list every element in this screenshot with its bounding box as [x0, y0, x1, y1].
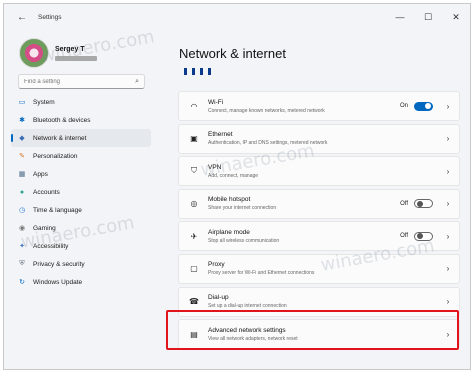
- mobile-hotspot-toggle[interactable]: [414, 199, 433, 209]
- wi-fi-icon: ◠: [190, 101, 198, 111]
- card-subtitle: Proxy server for Wi-Fi and Ethernet conn…: [208, 270, 315, 277]
- network-hero-icon: [184, 68, 214, 76]
- sidebar-item-accessibility[interactable]: ✦ Accessibility: [11, 237, 151, 255]
- avatar: [19, 38, 49, 68]
- card-subtitle: View all network adapters, network reset: [208, 335, 298, 342]
- airplane-mode-toggle[interactable]: [414, 231, 433, 241]
- sidebar-item-label: Time & language: [33, 206, 82, 214]
- card-title: VPN: [208, 163, 222, 171]
- card-title: Dial-up: [208, 294, 229, 302]
- maximize-icon[interactable]: ☐: [414, 4, 442, 30]
- user-name: Sergey T: [55, 45, 85, 53]
- settings-card-ethernet[interactable]: ▣ Ethernet Authentication, IP and DNS sett…: [178, 123, 460, 154]
- network-internet-icon: ◆: [19, 135, 25, 142]
- chevron-right-icon: ›: [446, 231, 450, 241]
- chevron-right-icon: ›: [446, 264, 450, 274]
- close-icon[interactable]: ✕: [442, 4, 470, 30]
- sidebar-item-time-language[interactable]: ◷ Time & language: [11, 201, 151, 219]
- toggle-state-label: Off: [400, 200, 408, 207]
- sidebar-item-network-internet[interactable]: ◆ Network & internet: [11, 129, 151, 147]
- search-box[interactable]: ⌕: [18, 74, 145, 89]
- settings-card-vpn[interactable]: ⛉ VPN Add, connect, manage ›: [178, 156, 460, 187]
- chevron-right-icon: ›: [446, 101, 450, 111]
- sidebar-item-label: Accounts: [33, 188, 60, 196]
- chevron-right-icon: ›: [446, 134, 450, 144]
- time-language-icon: ◷: [18, 207, 26, 214]
- bluetooth-devices-icon: ✱: [19, 117, 25, 124]
- settings-card-dial-up[interactable]: ☎ Dial-up Set up a dial-up internet connec…: [178, 286, 460, 317]
- accounts-icon: ●: [19, 188, 25, 196]
- title-bar: ← Settings — ☐ ✕: [4, 4, 470, 30]
- sidebar-item-label: Network & internet: [33, 134, 87, 142]
- redacted-email-bar: [55, 55, 97, 61]
- proxy-icon: ▢: [190, 264, 198, 274]
- chevron-right-icon: ›: [446, 297, 450, 307]
- apps-icon: ▦: [18, 171, 26, 178]
- vpn-icon: ⛉: [191, 166, 197, 176]
- card-subtitle: Connect, manage known networks, metered …: [208, 107, 325, 114]
- sidebar-item-system[interactable]: ▭ System: [11, 93, 151, 111]
- search-icon[interactable]: ⌕: [135, 78, 139, 86]
- sidebar-item-apps[interactable]: ▦ Apps: [11, 165, 151, 183]
- wi-fi-toggle[interactable]: [414, 101, 433, 111]
- app-title: Settings: [38, 13, 62, 21]
- toggle-state-label: Off: [400, 233, 408, 240]
- settings-card-list: ◠ Wi-Fi Connect, manage known networks, me…: [178, 91, 460, 352]
- sidebar-item-label: Apps: [33, 170, 48, 178]
- sidebar-item-privacy-security[interactable]: ⛨ Privacy & security: [11, 255, 151, 273]
- card-title: Airplane mode: [208, 228, 250, 236]
- sidebar: Sergey T ⌕ ▭ System ✱ Bluetooth & devices ◆ N…: [4, 30, 166, 369]
- search-input[interactable]: [24, 78, 136, 85]
- card-subtitle: Authentication, IP and DNS settings, met…: [208, 140, 328, 147]
- settings-window: ← Settings — ☐ ✕ Sergey T ⌕ ▭ System ✱ Blue…: [3, 3, 471, 370]
- sidebar-item-label: Windows Update: [33, 278, 83, 286]
- chevron-right-icon: ›: [446, 199, 450, 209]
- system-icon: ▭: [18, 99, 26, 106]
- sidebar-item-label: Gaming: [33, 224, 56, 232]
- chevron-right-icon: ›: [446, 329, 450, 339]
- settings-card-mobile-hotspot[interactable]: ◎ Mobile hotspot Share your internet conne…: [178, 188, 460, 219]
- windows-update-icon: ↻: [19, 279, 25, 286]
- personalization-icon: ✎: [19, 153, 25, 160]
- sidebar-item-label: Privacy & security: [33, 260, 85, 268]
- card-title: Wi-Fi: [208, 98, 224, 106]
- page-title: Network & internet: [179, 46, 286, 61]
- accessibility-icon: ✦: [19, 243, 25, 250]
- sidebar-item-label: Bluetooth & devices: [33, 116, 91, 124]
- chevron-right-icon: ›: [446, 166, 450, 176]
- sidebar-item-bluetooth-devices[interactable]: ✱ Bluetooth & devices: [11, 111, 151, 129]
- user-profile[interactable]: Sergey T: [19, 38, 97, 68]
- sidebar-item-gaming[interactable]: ◉ Gaming: [11, 219, 151, 237]
- settings-card-proxy[interactable]: ▢ Proxy Proxy server for Wi-Fi and Etherne…: [178, 253, 460, 284]
- gaming-icon: ◉: [18, 225, 26, 232]
- advanced-network-settings-icon: ▤: [190, 329, 198, 339]
- card-subtitle: Add, connect, manage: [208, 172, 259, 179]
- settings-card-advanced-network-settings[interactable]: ▤ Advanced network settings View all netwo…: [178, 319, 460, 350]
- minimize-icon[interactable]: —: [386, 4, 414, 30]
- card-subtitle: Stop all wireless communication: [208, 237, 280, 244]
- sidebar-item-label: Personalization: [33, 152, 78, 160]
- sidebar-item-label: System: [33, 98, 55, 106]
- card-subtitle: Share your internet connection: [208, 205, 277, 212]
- card-title: Advanced network settings: [208, 326, 286, 334]
- airplane-mode-icon: ✈: [190, 231, 198, 241]
- toggle-state-label: On: [399, 103, 408, 109]
- card-title: Ethernet: [208, 131, 233, 139]
- sidebar-nav: ▭ System ✱ Bluetooth & devices ◆ Network & in…: [11, 93, 151, 291]
- settings-card-airplane-mode[interactable]: ✈ Airplane mode Stop all wireless communic…: [178, 221, 460, 252]
- sidebar-item-personalization[interactable]: ✎ Personalization: [11, 147, 151, 165]
- back-arrow-icon[interactable]: ←: [12, 12, 32, 23]
- mobile-hotspot-icon: ◎: [190, 199, 198, 209]
- dial-up-icon: ☎: [189, 297, 199, 307]
- sidebar-item-windows-update[interactable]: ↻ Windows Update: [11, 273, 151, 291]
- card-title: Proxy: [208, 261, 225, 269]
- settings-card-wi-fi[interactable]: ◠ Wi-Fi Connect, manage known networks, me…: [178, 91, 460, 121]
- card-title: Mobile hotspot: [208, 196, 251, 204]
- sidebar-item-accounts[interactable]: ● Accounts: [11, 183, 151, 201]
- sidebar-item-label: Accessibility: [33, 242, 69, 250]
- card-subtitle: Set up a dial-up internet connection: [208, 303, 287, 310]
- main-content: Network & internet ◠ Wi-Fi Connect, manage…: [174, 30, 464, 369]
- privacy-security-icon: ⛨: [19, 260, 25, 267]
- ethernet-icon: ▣: [190, 134, 198, 144]
